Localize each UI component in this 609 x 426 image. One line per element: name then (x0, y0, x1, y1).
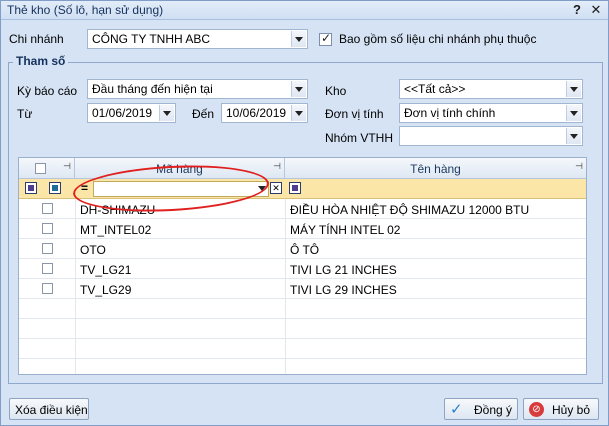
include-branches-checkbox[interactable] (319, 31, 332, 46)
from-label: Từ (17, 107, 33, 121)
item-code: MT_INTEL02 (80, 223, 152, 237)
pin-icon[interactable]: ⊣ (273, 161, 281, 172)
ok-label: Đồng ý (474, 403, 513, 417)
close-button[interactable]: ✕ (589, 2, 603, 17)
params-group-title: Tham số (13, 54, 69, 68)
table-row[interactable]: OTO Ô TÔ (19, 239, 586, 259)
item-name: MÁY TÍNH INTEL 02 (290, 223, 401, 237)
report-dialog: Thẻ kho (Số lô, hạn sử dụng) ? ✕ Chi nhá… (0, 0, 609, 426)
from-date-value: 01/06/2019 (92, 106, 153, 120)
empty-row (19, 319, 586, 339)
clear-conditions-label: Xóa điều kiện (15, 403, 88, 417)
pin-icon[interactable]: ⊣ (63, 161, 71, 172)
cancel-label: Hủy bỏ (552, 403, 591, 417)
title-bar: Thẻ kho (Số lô, hạn sử dụng) ? ✕ (1, 1, 608, 20)
chevron-down-icon[interactable] (566, 81, 581, 97)
checkmark-icon: ✓ (450, 401, 463, 418)
table-row[interactable]: MT_INTEL02 MÁY TÍNH INTEL 02 (19, 219, 586, 239)
column-header-name-label: Tên hàng (410, 162, 461, 176)
help-button[interactable]: ? (570, 2, 584, 17)
chevron-down-icon[interactable] (291, 105, 306, 121)
to-date-value: 10/06/2019 (226, 106, 287, 120)
from-date-picker[interactable]: 01/06/2019 (87, 103, 176, 123)
window-title: Thẻ kho (Số lô, hạn sử dụng) (7, 3, 164, 17)
unit-label: Đơn vị tính (325, 107, 384, 121)
chevron-down-icon[interactable] (566, 105, 581, 121)
row-checkbox[interactable] (42, 223, 53, 234)
chevron-down-icon[interactable] (291, 81, 306, 97)
select-all-header: ⊣ (19, 158, 75, 179)
pin-icon[interactable]: ⊣ (575, 161, 583, 172)
to-date-picker[interactable]: 10/06/2019 (221, 103, 308, 123)
row-checkbox[interactable] (42, 243, 53, 254)
column-header-name[interactable]: Tên hàng ⊣ (285, 158, 586, 179)
item-name: Ô TÔ (290, 243, 320, 257)
item-name: TIVI LG 29 INCHES (290, 283, 397, 297)
row-checkbox[interactable] (42, 283, 53, 294)
item-group-label: Nhóm VTHH (325, 131, 394, 145)
branch-value: CÔNG TY TNHH ABC (92, 32, 211, 46)
item-group-select[interactable] (399, 126, 583, 146)
empty-row (19, 299, 586, 319)
chevron-down-icon[interactable] (566, 128, 581, 144)
name-filter-icon[interactable] (289, 182, 301, 194)
cancel-button[interactable]: ⊘ Hủy bỏ (523, 398, 599, 420)
empty-row (19, 339, 586, 359)
row-checkbox[interactable] (42, 263, 53, 274)
select-all-checkbox[interactable] (35, 163, 46, 174)
ok-button[interactable]: ✓ Đồng ý (444, 398, 518, 420)
unit-value: Đơn vị tính chính (404, 106, 496, 120)
branch-select[interactable]: CÔNG TY TNHH ABC (87, 29, 308, 49)
filter-mode-icon[interactable] (49, 182, 61, 194)
item-name: ĐIỀU HÒA NHIỆT ĐỘ SHIMAZU 12000 BTU (290, 203, 530, 217)
unit-select[interactable]: Đơn vị tính chính (399, 103, 583, 123)
include-branches-label: Bao gồm số liệu chi nhánh phụ thuộc (339, 32, 537, 46)
item-name: TIVI LG 21 INCHES (290, 263, 397, 277)
table-row[interactable]: TV_LG29 TIVI LG 29 INCHES (19, 279, 586, 299)
period-select[interactable]: Đầu tháng đến hiện tại (87, 79, 308, 99)
cancel-icon: ⊘ (529, 402, 544, 417)
item-code: TV_LG29 (80, 283, 132, 297)
period-label: Kỳ báo cáo (17, 84, 78, 98)
branch-label: Chi nhánh (9, 32, 64, 46)
to-label: Đến (192, 107, 215, 121)
item-code: TV_LG21 (80, 263, 132, 277)
period-value: Đầu tháng đến hiện tại (92, 82, 213, 96)
clear-conditions-button[interactable]: Xóa điều kiện (9, 398, 89, 420)
item-code: OTO (80, 243, 106, 257)
warehouse-label: Kho (325, 84, 347, 98)
chevron-down-icon[interactable] (159, 105, 174, 121)
filter-options-icon[interactable] (25, 182, 37, 194)
warehouse-select[interactable]: <<Tất cả>> (399, 79, 583, 99)
table-row[interactable]: TV_LG21 TIVI LG 21 INCHES (19, 259, 586, 279)
clear-filter-icon[interactable]: ✕ (270, 182, 282, 194)
warehouse-value: <<Tất cả>> (404, 82, 466, 96)
row-checkbox[interactable] (42, 203, 53, 214)
chevron-down-icon[interactable] (291, 31, 306, 47)
